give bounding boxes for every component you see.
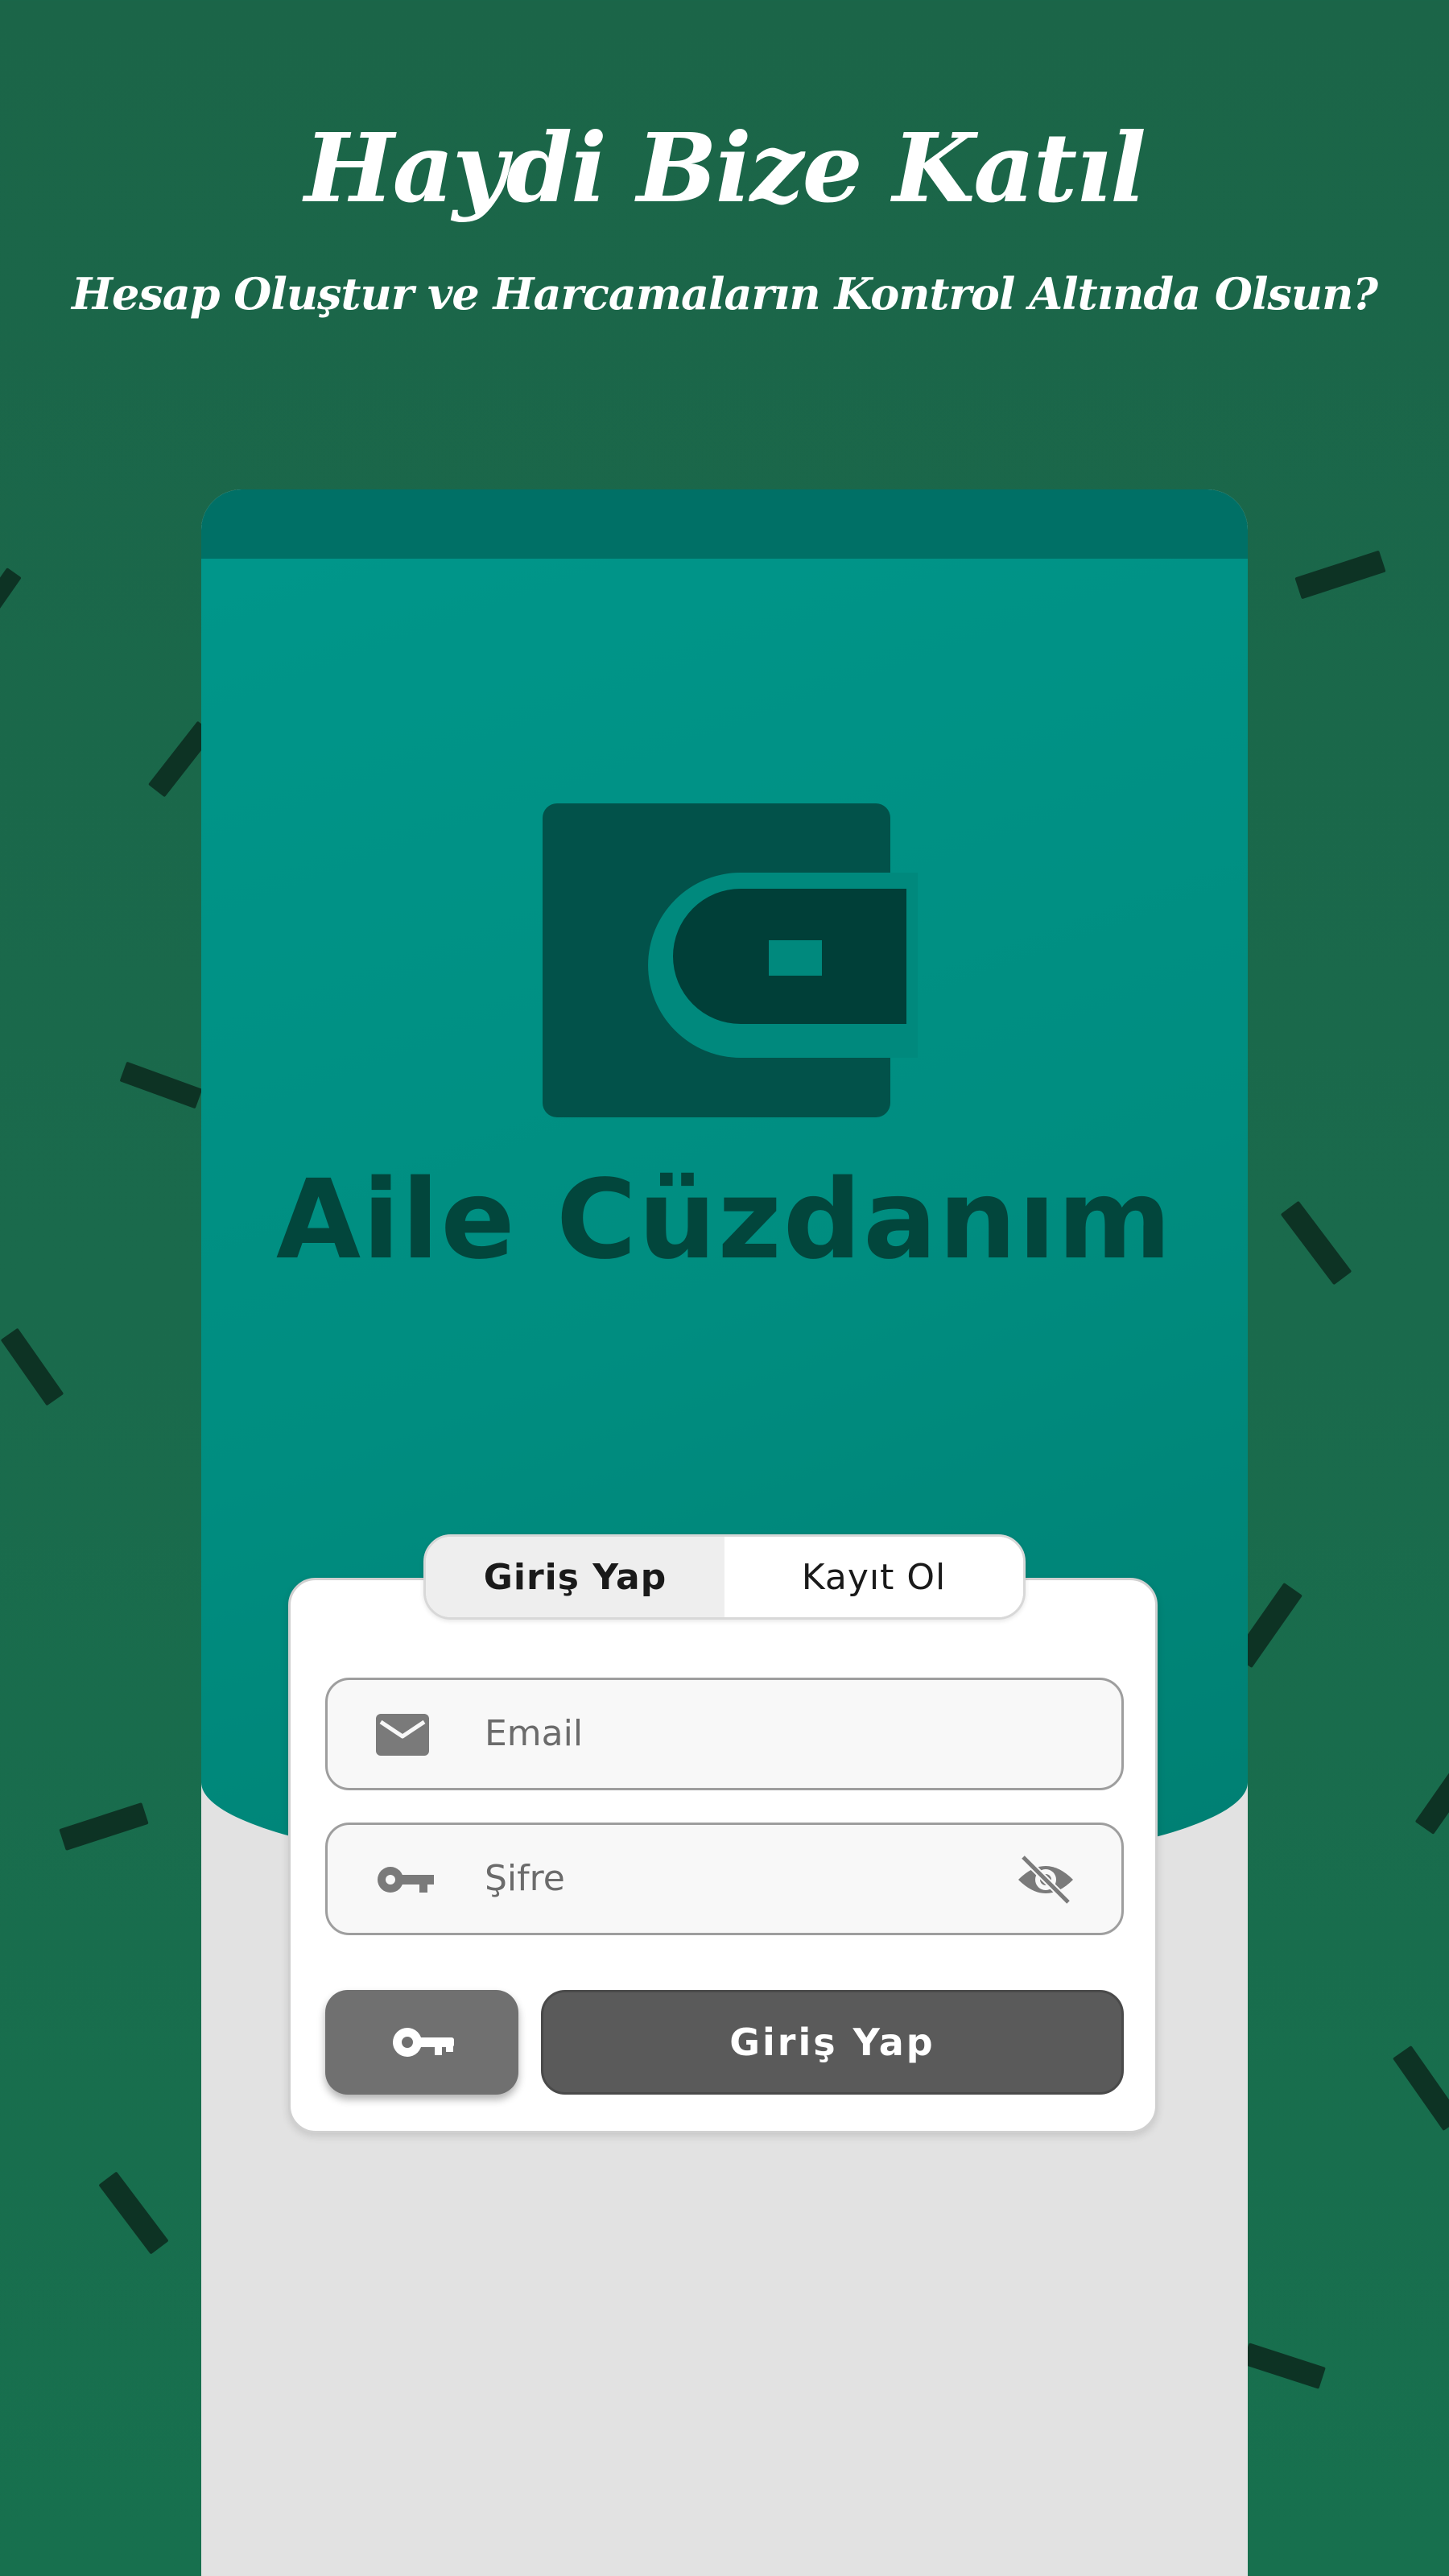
confetti-decoration (0, 568, 22, 609)
eye-off-icon[interactable] (1015, 1854, 1076, 1905)
email-field[interactable]: Email (325, 1678, 1124, 1790)
confetti-decoration (1392, 2045, 1449, 2132)
tab-register[interactable]: Kayıt Ol (724, 1537, 1023, 1617)
app-name: Aile Cüzdanım (275, 1157, 1174, 1284)
promo-title: Haydi Bize Katıl (304, 112, 1146, 224)
wallet-icon (543, 803, 918, 1117)
tab-login[interactable]: Giriş Yap (426, 1537, 724, 1617)
key-button[interactable] (325, 1990, 518, 2095)
confetti-decoration (1242, 2343, 1326, 2389)
confetti-decoration (98, 2171, 169, 2255)
status-bar (201, 489, 1248, 559)
key-icon (393, 2028, 454, 2057)
email-placeholder: Email (485, 1713, 584, 1754)
envelope-icon (376, 1714, 429, 1756)
login-button[interactable]: Giriş Yap (541, 1990, 1124, 2095)
password-field[interactable]: Şifre (325, 1823, 1124, 1935)
confetti-decoration (1294, 550, 1386, 600)
confetti-decoration (59, 1802, 149, 1852)
confetti-decoration (0, 1327, 64, 1406)
password-placeholder: Şifre (485, 1858, 565, 1899)
auth-tabs: Giriş Yap Kayıt Ol (423, 1534, 1026, 1620)
confetti-decoration (1280, 1200, 1352, 1286)
confetti-decoration (119, 1061, 203, 1109)
phone-screen: Aile Cüzdanım Giriş Yap Kayıt Ol Email Ş… (201, 489, 1248, 2576)
key-icon (378, 1867, 434, 1893)
confetti-decoration (1414, 1762, 1449, 1835)
promo-subtitle: Hesap Oluştur ve Harcamaların Kontrol Al… (71, 268, 1378, 320)
